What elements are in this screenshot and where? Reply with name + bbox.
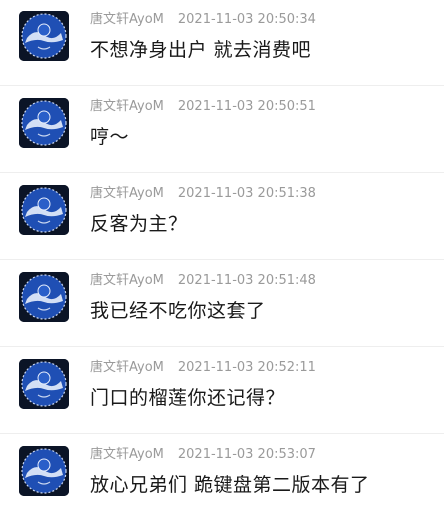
comment-item: 唐文轩AyoM 2021-11-03 20:53:07 放心兄弟们 跪键盘第二版本… xyxy=(0,435,444,509)
comment-meta: 唐文轩AyoM 2021-11-03 20:52:11 xyxy=(90,360,316,376)
avatar[interactable] xyxy=(19,11,69,61)
comment-meta: 唐文轩AyoM 2021-11-03 20:50:51 xyxy=(90,99,316,115)
divider xyxy=(0,259,444,260)
username[interactable]: 唐文轩AyoM xyxy=(90,12,164,27)
timestamp: 2021-11-03 20:53:07 xyxy=(177,447,316,462)
avatar-logo-icon xyxy=(19,359,69,409)
comment-meta: 唐文轩AyoM 2021-11-03 20:51:38 xyxy=(90,186,316,202)
comment-list: 唐文轩AyoM 2021-11-03 20:50:34 不想净身出户 就去消费吧 … xyxy=(0,0,444,509)
timestamp: 2021-11-03 20:50:34 xyxy=(177,12,316,27)
avatar[interactable] xyxy=(19,272,69,322)
avatar[interactable] xyxy=(19,98,69,148)
comment-meta: 唐文轩AyoM 2021-11-03 20:50:34 xyxy=(90,12,316,28)
comment-item: 唐文轩AyoM 2021-11-03 20:50:34 不想净身出户 就去消费吧 xyxy=(0,0,444,86)
divider xyxy=(0,85,444,86)
divider xyxy=(0,433,444,434)
timestamp: 2021-11-03 20:52:11 xyxy=(177,360,316,375)
timestamp: 2021-11-03 20:50:51 xyxy=(177,99,316,114)
avatar-logo-icon xyxy=(19,185,69,235)
avatar[interactable] xyxy=(19,359,69,409)
divider xyxy=(0,172,444,173)
comment-text: 我已经不吃你这套了 xyxy=(90,300,266,322)
comment-meta: 唐文轩AyoM 2021-11-03 20:51:48 xyxy=(90,273,316,289)
timestamp: 2021-11-03 20:51:48 xyxy=(177,273,316,288)
avatar[interactable] xyxy=(19,446,69,496)
comment-item: 唐文轩AyoM 2021-11-03 20:51:48 我已经不吃你这套了 xyxy=(0,261,444,347)
username[interactable]: 唐文轩AyoM xyxy=(90,360,164,375)
comment-item: 唐文轩AyoM 2021-11-03 20:50:51 哼～ xyxy=(0,87,444,173)
comment-meta: 唐文轩AyoM 2021-11-03 20:53:07 xyxy=(90,447,316,463)
comment-text: 门口的榴莲你还记得？ xyxy=(90,387,286,409)
username[interactable]: 唐文轩AyoM xyxy=(90,447,164,462)
comment-text: 反客为主？ xyxy=(90,213,188,235)
avatar[interactable] xyxy=(19,185,69,235)
avatar-logo-icon xyxy=(19,98,69,148)
avatar-logo-icon xyxy=(19,11,69,61)
username[interactable]: 唐文轩AyoM xyxy=(90,186,164,201)
avatar-logo-icon xyxy=(19,446,69,496)
username[interactable]: 唐文轩AyoM xyxy=(90,273,164,288)
username[interactable]: 唐文轩AyoM xyxy=(90,99,164,114)
comment-item: 唐文轩AyoM 2021-11-03 20:51:38 反客为主？ xyxy=(0,174,444,260)
avatar-logo-icon xyxy=(19,272,69,322)
comment-text: 哼～ xyxy=(90,126,130,148)
comment-text: 放心兄弟们 跪键盘第二版本有了 xyxy=(90,474,370,496)
timestamp: 2021-11-03 20:51:38 xyxy=(177,186,316,201)
comment-item: 唐文轩AyoM 2021-11-03 20:52:11 门口的榴莲你还记得？ xyxy=(0,348,444,434)
comment-text: 不想净身出户 就去消费吧 xyxy=(90,39,312,61)
divider xyxy=(0,346,444,347)
